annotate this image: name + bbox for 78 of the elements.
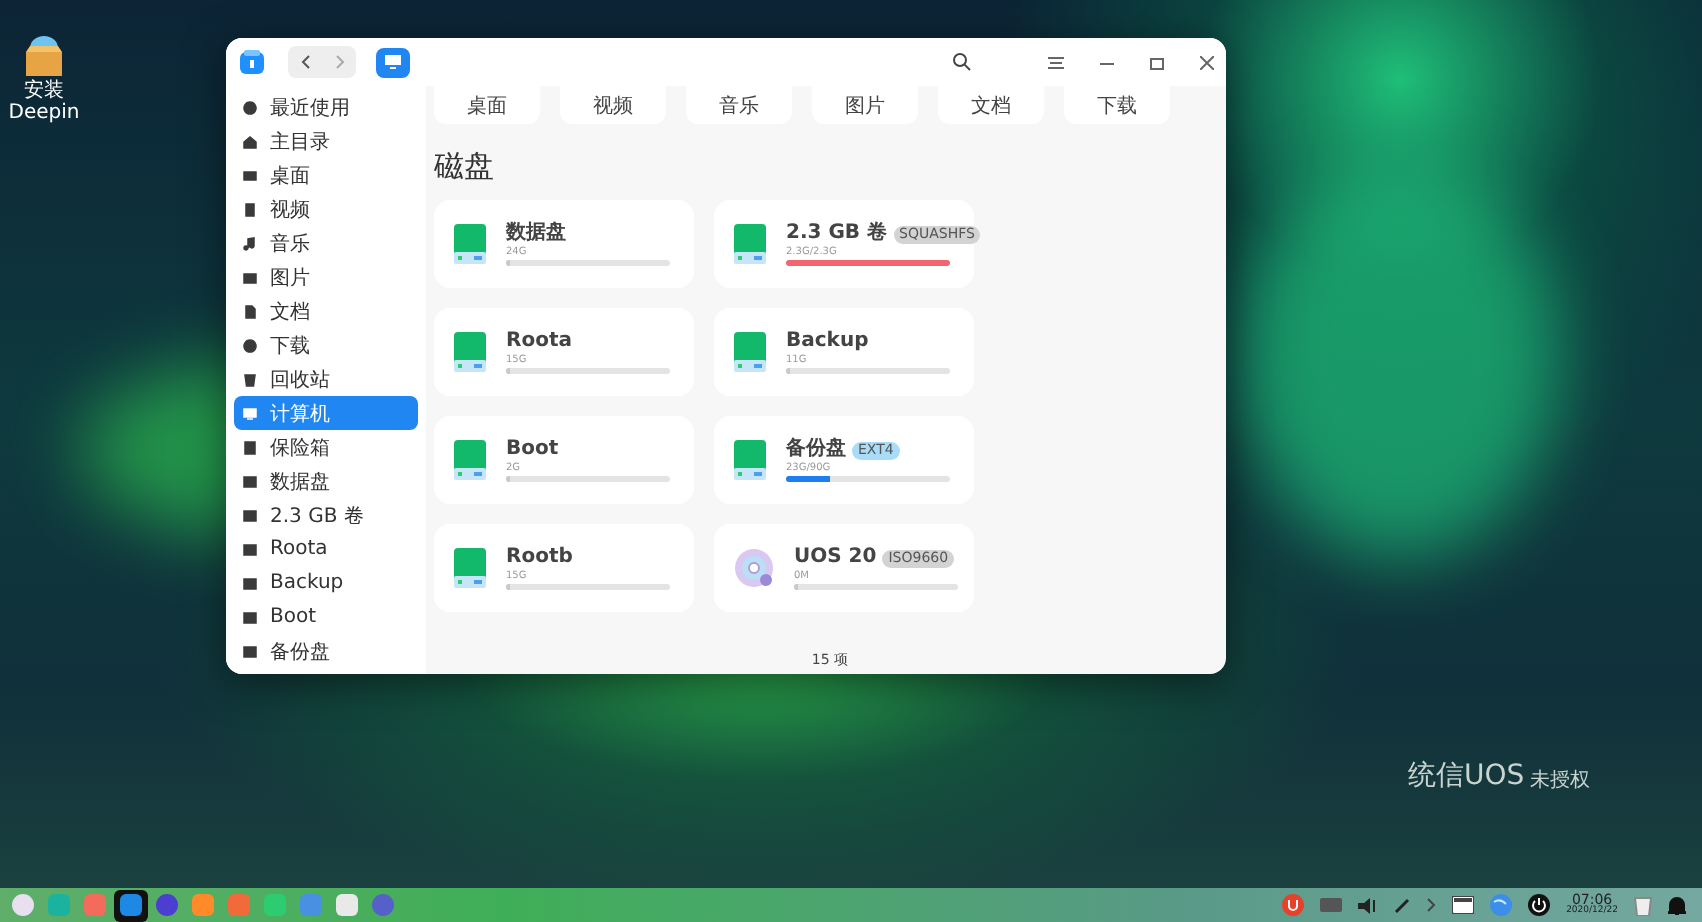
search-icon[interactable] [952, 52, 972, 72]
drive-icon [734, 440, 766, 480]
sidebar-item[interactable]: 视频 [234, 192, 418, 226]
sidebar-item-icon [242, 269, 258, 285]
sidebar-item-icon [242, 405, 258, 421]
chevron-right-icon[interactable] [1426, 898, 1437, 912]
sidebar-item-icon [242, 473, 258, 489]
sidebar-item-icon [242, 167, 258, 183]
quick-access-card[interactable]: 图片 [812, 86, 918, 124]
drive-icon [454, 224, 486, 264]
sidebar-item-icon [242, 541, 258, 557]
sidebar-item[interactable]: 最近使用 [234, 90, 418, 124]
sidebar-item-icon [242, 439, 258, 455]
desktop-icon-label[interactable]: 安装 [24, 80, 64, 102]
sidebar-item-icon [242, 99, 258, 115]
menu-icon[interactable] [1048, 55, 1064, 69]
power-icon[interactable] [1528, 894, 1551, 916]
chevron-left-icon [299, 54, 311, 70]
sidebar-item-icon [242, 575, 258, 591]
sidebar-item-icon [242, 337, 258, 353]
sidebar-item[interactable]: Backup [234, 566, 418, 600]
sidebar-item[interactable]: 数据盘 [234, 464, 418, 498]
sidebar-item[interactable]: 图片 [234, 260, 418, 294]
drive-icon [454, 332, 486, 372]
sidebar-item-icon [242, 609, 258, 625]
disk-name: Backup [786, 330, 869, 354]
disk-name: 备份盘 [786, 438, 846, 462]
sidebar-item-icon [242, 371, 258, 387]
quick-access-card[interactable]: 音乐 [686, 86, 792, 124]
sidebar-item[interactable]: 文档 [234, 294, 418, 328]
sidebar-item[interactable]: 保险箱 [234, 430, 418, 464]
chevron-right-icon [333, 54, 345, 70]
drive-icon [454, 548, 486, 588]
sidebar-item-icon [242, 201, 258, 217]
sidebar-item-icon [242, 303, 258, 319]
sidebar-item[interactable]: 音乐 [234, 226, 418, 260]
speaker-icon[interactable] [1358, 897, 1379, 913]
sidebar-item-icon [242, 133, 258, 149]
watermark-note: 未授权 [1530, 767, 1591, 794]
drive-icon [734, 224, 766, 264]
sidebar-item[interactable]: 回收站 [234, 362, 418, 396]
bell-icon[interactable] [1668, 895, 1686, 915]
disk-name: Boot [506, 438, 559, 462]
sidebar-item[interactable]: 计算机 [234, 396, 418, 430]
sidebar-item-icon [242, 643, 258, 659]
section-title: 磁盘 [434, 146, 496, 186]
app-icon[interactable] [114, 889, 148, 921]
drive-icon [734, 332, 766, 372]
sidebar-item[interactable]: 下载 [234, 328, 418, 362]
package-icon[interactable] [20, 32, 68, 80]
sidebar-item-icon [242, 507, 258, 523]
quick-access-card[interactable]: 桌面 [434, 86, 540, 124]
monitor-icon [384, 54, 402, 70]
disk-name: Roota [506, 330, 572, 354]
sidebar-item-icon [242, 235, 258, 251]
computer-crumb-button[interactable] [376, 47, 410, 77]
trash-icon[interactable] [1634, 895, 1652, 915]
sidebar-item[interactable]: 桌面 [234, 158, 418, 192]
quick-access-card[interactable]: 视频 [560, 86, 666, 124]
sidebar-item[interactable]: 主目录 [234, 124, 418, 158]
disk-name: Rootb [506, 546, 573, 570]
quick-access-card[interactable]: 下载 [1064, 86, 1170, 124]
close-icon[interactable] [1200, 55, 1214, 69]
sidebar-item[interactable]: 2.3 GB 卷 [234, 498, 418, 532]
app-icon [238, 48, 266, 76]
maximize-icon[interactable] [1150, 55, 1164, 69]
disk-name: 数据盘 [506, 222, 566, 246]
disk-name: UOS 20 [794, 546, 877, 570]
sidebar-item[interactable]: Roota [234, 532, 418, 566]
drive-icon [454, 440, 486, 480]
quick-access-card[interactable]: 文档 [938, 86, 1044, 124]
notes-icon[interactable] [1452, 896, 1475, 914]
desktop-icon-label[interactable]: Deepin [8, 102, 80, 124]
watermark-brand: 统信UOS [1408, 758, 1525, 794]
disc-icon [734, 548, 774, 588]
sidebar-item[interactable]: 备份盘 [234, 634, 418, 668]
disk-name: 2.3 GB 卷 [786, 222, 888, 246]
sidebar-item[interactable]: Boot [234, 600, 418, 634]
